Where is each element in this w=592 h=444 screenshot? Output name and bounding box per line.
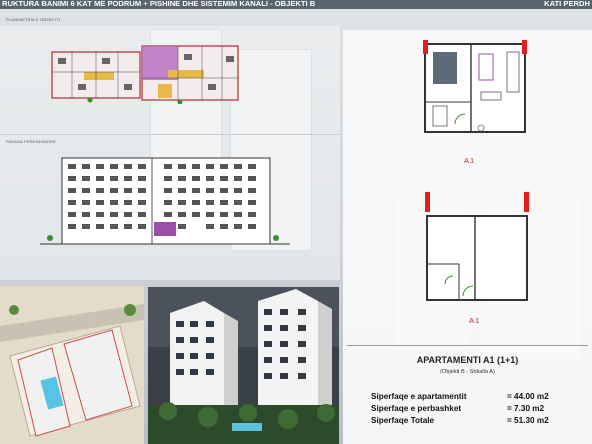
area-value: = 44.00 m2: [507, 392, 549, 401]
area-label: Siperfaqe Totale: [371, 416, 435, 425]
furnished-plan: [421, 40, 531, 150]
divider: [0, 134, 340, 135]
left-drawings-panel: PLANIMETRIA E OBJEKTIT FASADA PERENDIMOR…: [0, 17, 340, 280]
area-row-apartment: Siperfaqe e apartamentit = 44.00 m2: [371, 392, 549, 401]
area-label: Siperfaqe e apartamentit: [371, 392, 467, 401]
floor-title: KATI PERDH: [544, 0, 590, 8]
building-3d-render: [148, 287, 339, 444]
apartment-info: APARTAMENTI A1 (1+1) (Objekti B - Shkall…: [343, 345, 592, 444]
floor-plan-label: PLANIMETRIA E OBJEKTIT: [6, 17, 61, 22]
facade-label: FASADA PERENDIMORE: [6, 139, 57, 144]
apartment-subtitle: (Objekti B - Shkalla A): [440, 369, 495, 375]
area-row-common: Siperfaqe e perbashket = 7.30 m2: [371, 404, 544, 413]
apartment-title: APARTAMENTI A1 (1+1): [416, 355, 519, 365]
area-value: = 7.30 m2: [507, 404, 545, 413]
plan-label-a1-bottom: A1: [469, 316, 481, 325]
floor-plan-drawing: [50, 44, 240, 105]
aerial-site-plan: [0, 286, 144, 444]
area-value: = 51.30 m2: [507, 416, 549, 425]
area-row-total: Siperfaqe Totale = 51.30 m2: [371, 416, 549, 425]
facade-drawing: [40, 152, 290, 248]
page-title: RUKTURA BANIMI 6 KAT ME PODRUM + PISHINE…: [2, 0, 316, 8]
dimensioned-plan: [423, 190, 533, 310]
area-label: Siperfaqe e perbashket: [371, 404, 462, 413]
plan-label-a1-top: A1: [464, 156, 476, 165]
divider: [347, 345, 588, 346]
header-bar: RUKTURA BANIMI 6 KAT ME PODRUM + PISHINE…: [0, 0, 592, 9]
